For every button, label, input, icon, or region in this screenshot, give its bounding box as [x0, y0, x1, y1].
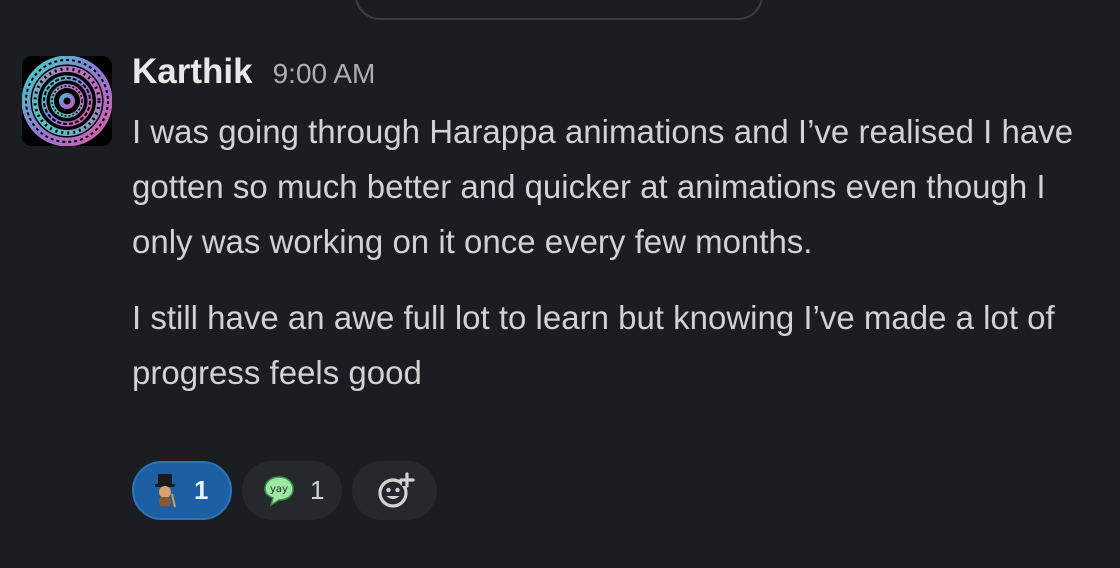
yay-label: yay	[270, 484, 288, 495]
reaction-yay[interactable]: yay 1	[242, 461, 342, 520]
message-header: Karthik 9:00 AM	[132, 52, 375, 98]
add-reaction-icon	[377, 471, 415, 508]
reaction-count: 1	[194, 475, 209, 505]
reactions-bar: 1 yay 1	[132, 461, 437, 520]
sender-name[interactable]: Karthik	[132, 52, 253, 92]
add-reaction-button[interactable]	[352, 461, 437, 520]
mandala-avatar-icon	[22, 56, 112, 146]
reaction-count: 1	[310, 475, 325, 505]
message-paragraph: I was going through Harappa animations a…	[132, 113, 1074, 260]
message: Karthik 9:00 AM I was going through Hara…	[0, 0, 1120, 568]
message-paragraph: I still have an awe full lot to learn bu…	[132, 299, 1055, 391]
timestamp[interactable]: 9:00 AM	[273, 58, 376, 90]
yay-emoji-icon: yay	[264, 475, 294, 507]
gentleman-emoji-icon	[155, 473, 176, 507]
reaction-gentleman[interactable]: 1	[132, 461, 232, 520]
avatar[interactable]	[22, 56, 112, 146]
message-body: I was going through Harappa animations a…	[132, 104, 1097, 400]
